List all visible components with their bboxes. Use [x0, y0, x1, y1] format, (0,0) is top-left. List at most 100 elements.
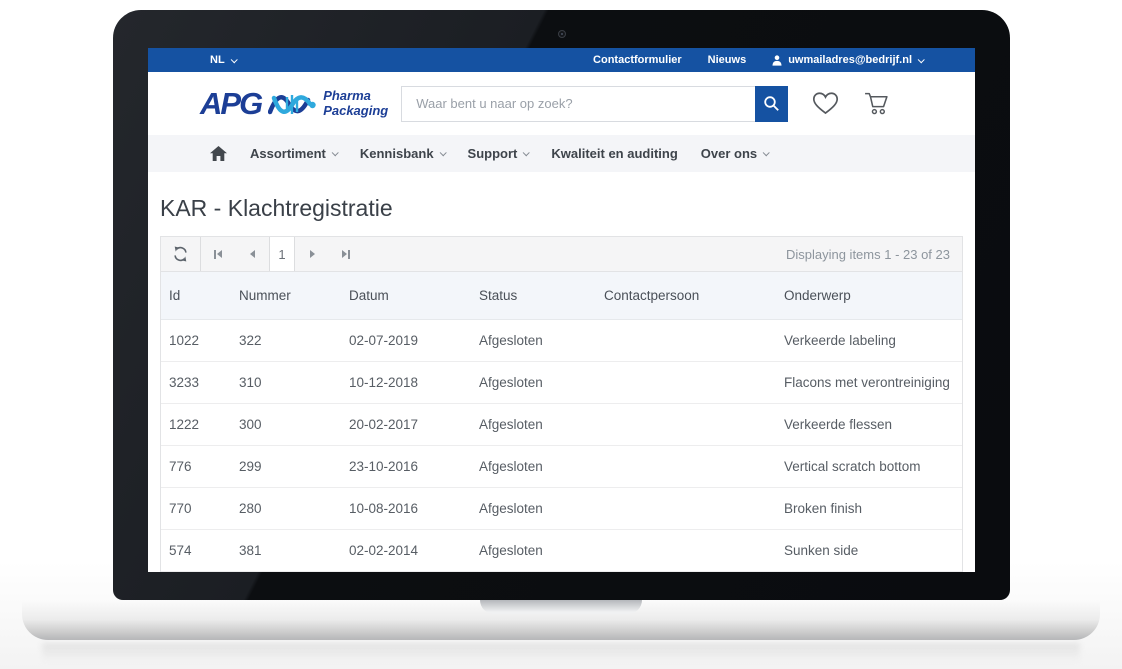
cell-status: Afgesloten [471, 543, 596, 558]
table-row[interactable]: 574 381 02-02-2014 Afgesloten Sunken sid… [161, 530, 962, 572]
laptop-reflection [42, 643, 1080, 663]
user-icon [772, 55, 782, 66]
company-logo[interactable]: APG Pharma Packaging [200, 86, 388, 122]
nav-home[interactable] [210, 146, 227, 161]
cell-datum: 10-12-2018 [341, 375, 471, 390]
cell-onderwerp: Flacons met verontreiniging [776, 375, 962, 390]
search-input[interactable] [401, 86, 755, 122]
site-header: APG Pharma Packaging [148, 72, 975, 135]
cell-id: 770 [161, 501, 231, 516]
column-header-datum[interactable]: Datum [341, 288, 471, 303]
cell-onderwerp: Sunken side [776, 543, 962, 558]
cell-onderwerp: Broken finish [776, 501, 962, 516]
cart-button[interactable] [863, 91, 890, 116]
table-row[interactable]: 1022 322 02-07-2019 Afgesloten Verkeerde… [161, 320, 962, 362]
chevron-down-icon [523, 149, 530, 156]
cell-id: 1022 [161, 333, 231, 348]
first-page-icon [214, 250, 216, 259]
logo-tagline-1: Pharma [323, 88, 371, 103]
cell-nummer: 322 [231, 333, 341, 348]
laptop-base [22, 600, 1100, 640]
logo-tagline: Pharma Packaging [323, 89, 388, 118]
refresh-icon [172, 246, 189, 262]
cell-datum: 23-10-2016 [341, 459, 471, 474]
cell-id: 1222 [161, 417, 231, 432]
nav-kennisbank[interactable]: Kennisbank [360, 146, 445, 161]
contact-form-link[interactable]: Contactformulier [593, 54, 682, 66]
page-title: KAR - Klachtregistratie [160, 196, 975, 220]
column-header-nummer[interactable]: Nummer [231, 288, 341, 303]
heart-icon [812, 91, 839, 116]
nav-assortiment[interactable]: Assortiment [250, 146, 337, 161]
wishlist-button[interactable] [812, 91, 839, 116]
laptop-screen: NL Contactformulier Nieuws uwmailadres@b… [148, 48, 975, 572]
webcam-dot [558, 30, 566, 38]
current-page-indicator: 1 [269, 237, 295, 271]
first-page-icon [217, 250, 222, 258]
cell-status: Afgesloten [471, 375, 596, 390]
next-page-icon [310, 250, 315, 258]
chevron-down-icon [230, 56, 237, 63]
cell-datum: 20-02-2017 [341, 417, 471, 432]
grid-toolbar: 1 Displaying items 1 - 23 of 23 [161, 237, 962, 272]
cell-onderwerp: Vertical scratch bottom [776, 459, 962, 474]
last-page-icon [348, 250, 350, 259]
table-row[interactable]: 770 280 10-08-2016 Afgesloten Broken fin… [161, 488, 962, 530]
first-page-button[interactable] [201, 237, 235, 271]
search-icon [763, 95, 780, 112]
chevron-down-icon [918, 56, 925, 63]
chevron-down-icon [332, 149, 339, 156]
column-header-contactpersoon[interactable]: Contactpersoon [596, 288, 776, 303]
nav-kwaliteit-en-auditing[interactable]: Kwaliteit en auditing [551, 146, 677, 161]
cell-id: 3233 [161, 375, 231, 390]
cell-status: Afgesloten [471, 417, 596, 432]
column-header-status[interactable]: Status [471, 288, 596, 303]
laptop-bezel: NL Contactformulier Nieuws uwmailadres@b… [113, 10, 1010, 600]
cell-onderwerp: Verkeerde flessen [776, 417, 962, 432]
column-header-id[interactable]: Id [161, 288, 231, 303]
language-selector[interactable]: NL [210, 54, 236, 66]
cell-id: 776 [161, 459, 231, 474]
table-header-row: Id Nummer Datum Status Contactpersoon On… [161, 272, 962, 320]
nav-support[interactable]: Support [468, 146, 529, 161]
chevron-down-icon [439, 149, 446, 156]
table-row[interactable]: 3233 310 10-12-2018 Afgesloten Flacons m… [161, 362, 962, 404]
table-row[interactable]: 776 299 23-10-2016 Afgesloten Vertical s… [161, 446, 962, 488]
language-label: NL [210, 54, 225, 66]
shopping-cart-icon [863, 91, 890, 116]
last-page-button[interactable] [329, 237, 363, 271]
top-utility-bar: NL Contactformulier Nieuws uwmailadres@b… [148, 48, 975, 72]
cell-status: Afgesloten [471, 333, 596, 348]
cell-datum: 02-02-2014 [341, 543, 471, 558]
paging-status: Displaying items 1 - 23 of 23 [786, 247, 962, 262]
nav-label: Kwaliteit en auditing [551, 146, 677, 161]
cell-nummer: 280 [231, 501, 341, 516]
refresh-button[interactable] [161, 237, 201, 271]
last-page-icon [342, 250, 347, 258]
column-header-onderwerp[interactable]: Onderwerp [776, 288, 962, 303]
logo-tagline-2: Packaging [323, 103, 388, 118]
previous-page-button[interactable] [235, 237, 269, 271]
cell-status: Afgesloten [471, 459, 596, 474]
cell-id: 574 [161, 543, 231, 558]
nav-label: Over ons [701, 146, 757, 161]
cell-nummer: 299 [231, 459, 341, 474]
cell-nummer: 300 [231, 417, 341, 432]
dna-helix-icon [268, 86, 316, 122]
previous-page-icon [250, 250, 255, 258]
cell-onderwerp: Verkeerde labeling [776, 333, 962, 348]
cell-status: Afgesloten [471, 501, 596, 516]
account-menu[interactable]: uwmailadres@bedrijf.nl [772, 54, 923, 66]
search-bar [401, 86, 788, 122]
table-row[interactable]: 1222 300 20-02-2017 Afgesloten Verkeerde… [161, 404, 962, 446]
nav-label: Assortiment [250, 146, 326, 161]
nav-label: Support [468, 146, 518, 161]
account-email: uwmailadres@bedrijf.nl [788, 54, 912, 66]
next-page-button[interactable] [295, 237, 329, 271]
nav-label: Kennisbank [360, 146, 434, 161]
news-link[interactable]: Nieuws [708, 54, 747, 66]
complaints-grid: 1 Displaying items 1 - 23 of 23 Id Numme… [160, 236, 963, 572]
nav-over-ons[interactable]: Over ons [701, 146, 768, 161]
chevron-down-icon [763, 149, 770, 156]
search-button[interactable] [755, 86, 788, 122]
